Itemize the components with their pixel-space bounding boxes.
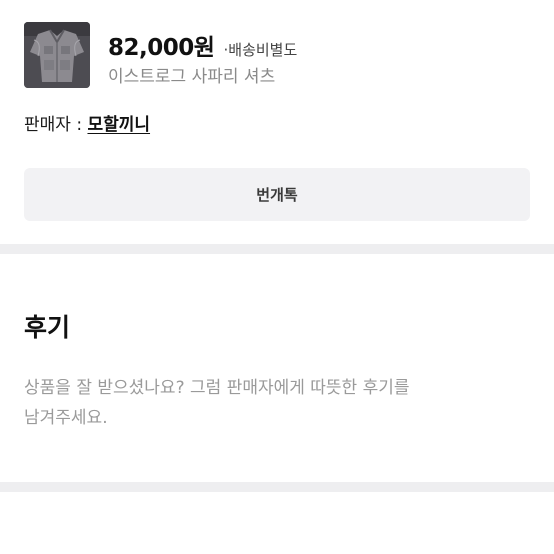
review-description-line: 상품을 잘 받으셨나요? 그럼 판매자에게 따뜻한 후기를 xyxy=(24,378,410,398)
shipping-note: ·배송비별도 xyxy=(223,41,298,59)
review-description: 상품을 잘 받으셨나요? 그럼 판매자에게 따뜻한 후기를 남겨주세요. xyxy=(24,373,524,433)
product-title: 이스트로그 사파리 셔츠 xyxy=(108,67,276,87)
seller-label: 판매자 : xyxy=(24,115,88,135)
review-description-line: 남겨주세요. xyxy=(24,408,108,428)
bungae-talk-button[interactable]: 번개톡 xyxy=(24,168,530,221)
review-heading: 후기 xyxy=(24,313,71,342)
product-summary[interactable]: 82,000원 ·배송비별도 이스트로그 사파리 셔츠 xyxy=(24,22,534,88)
section-divider xyxy=(0,244,554,254)
shirt-photo-icon xyxy=(24,22,90,88)
seller-row: 판매자 : 모할끼니 xyxy=(24,110,150,135)
product-price: 82,000원 xyxy=(108,35,215,61)
price-row: 82,000원 ·배송비별도 xyxy=(108,28,297,62)
seller-name-link[interactable]: 모할끼니 xyxy=(87,115,150,135)
section-divider xyxy=(0,482,554,492)
product-thumbnail[interactable] xyxy=(24,22,90,88)
